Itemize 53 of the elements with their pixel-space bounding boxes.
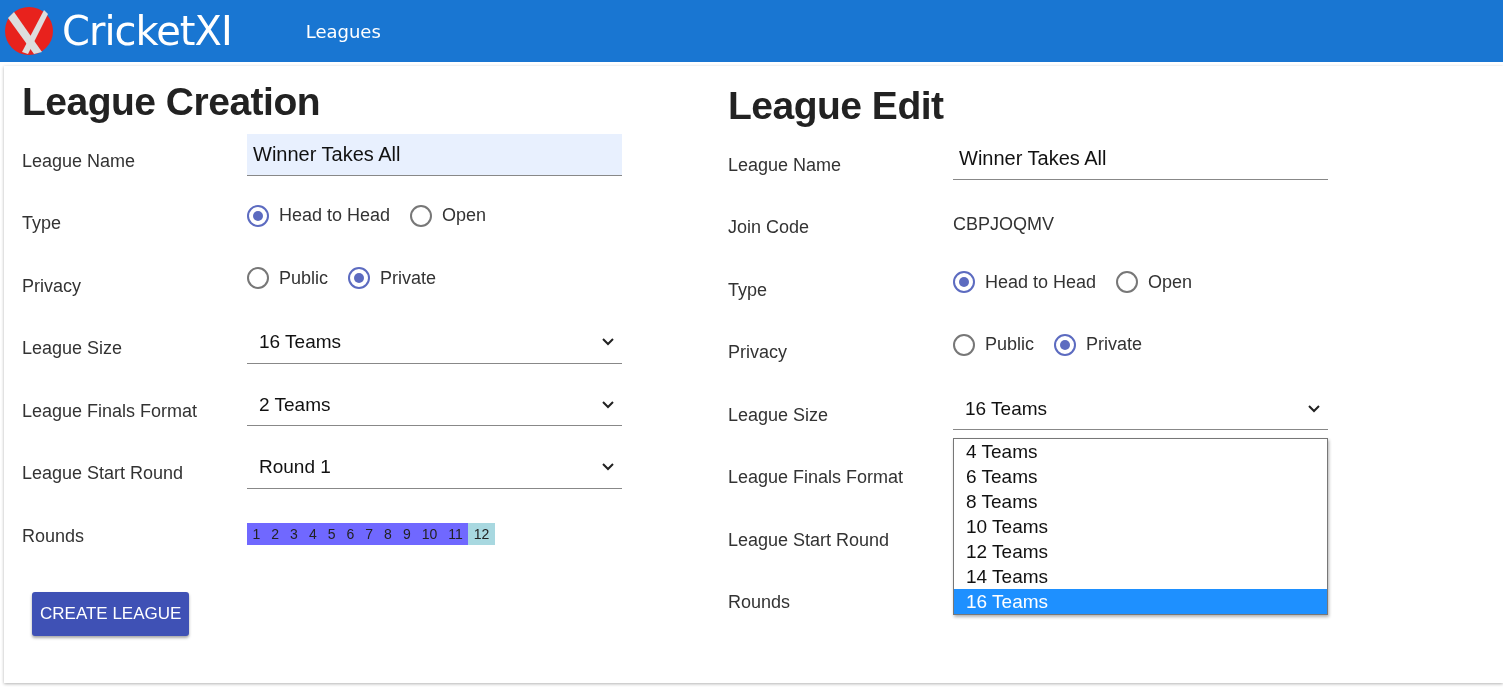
text-field[interactable]: Winner Takes All (953, 138, 1328, 181)
join-code: CBPJOQMV (953, 214, 1054, 236)
nav-link[interactable]: Leagues (305, 20, 381, 42)
chevron-down-icon (602, 400, 614, 409)
field-label: League Size (728, 404, 829, 425)
field-label: League Finals Format (22, 400, 198, 421)
dropdown-field[interactable]: Round 1 (247, 446, 622, 489)
field-label: League Size (22, 338, 123, 359)
dropdown-option[interactable]: 6 Teams (954, 464, 1327, 490)
round-chip[interactable]: 11 (442, 523, 469, 546)
radio-option[interactable]: Public (247, 267, 329, 290)
dropdown-option[interactable]: 12 Teams (954, 539, 1327, 565)
cricket-ball-logo (4, 6, 54, 56)
radio-option[interactable]: Public (953, 333, 1035, 356)
dropdown-field[interactable]: 2 Teams (247, 384, 622, 427)
field-label: League Start Round (728, 529, 890, 550)
chevron-down-icon (602, 463, 614, 472)
radio-option[interactable]: Private (348, 267, 437, 290)
radio-option[interactable]: Head to Head (953, 271, 1097, 294)
dropdown-option[interactable]: 10 Teams (954, 514, 1327, 540)
radio-option[interactable]: Private (1054, 333, 1143, 356)
chevron-down-icon (1308, 404, 1320, 413)
round-chip[interactable]: 10 (416, 523, 443, 546)
field-label: League Name (22, 150, 136, 171)
dropdown-option[interactable]: 8 Teams (954, 489, 1327, 515)
radio-option[interactable]: Head to Head (247, 204, 391, 227)
radio-option[interactable]: Open (1116, 271, 1193, 294)
field-label: League Finals Format (728, 467, 904, 488)
dropdown-option[interactable]: 4 Teams (954, 439, 1327, 465)
text-field[interactable]: Winner Takes All (247, 134, 622, 177)
round-chip[interactable]: 1 (247, 523, 266, 546)
field-label: Privacy (22, 275, 81, 296)
radio-option[interactable]: Open (410, 204, 487, 227)
field-label: Rounds (22, 525, 85, 546)
field-label: Privacy (728, 342, 787, 363)
chevron-down-icon (602, 338, 614, 347)
round-chip[interactable]: 5 (322, 523, 341, 546)
round-chip[interactable]: 9 (397, 523, 417, 546)
round-chip[interactable]: 12 (468, 523, 495, 546)
create-league-button[interactable]: CREATE LEAGUE (32, 591, 190, 636)
form-title: League Edit (728, 84, 944, 128)
field-label: League Start Round (22, 463, 184, 484)
field-label: Join Code (728, 217, 810, 238)
round-chip[interactable]: 4 (303, 523, 323, 546)
field-label: Rounds (728, 592, 791, 613)
brand-name: CricketXI (62, 8, 232, 54)
dropdown-field[interactable]: 16 Teams (247, 321, 622, 364)
form-title: League Creation (22, 80, 321, 124)
dropdown-field[interactable]: 16 Teams (953, 388, 1328, 431)
field-label: Type (728, 279, 768, 300)
field-label: Type (22, 213, 62, 234)
dropdown-option[interactable]: 14 Teams (954, 564, 1327, 590)
field-label: League Name (728, 154, 842, 175)
